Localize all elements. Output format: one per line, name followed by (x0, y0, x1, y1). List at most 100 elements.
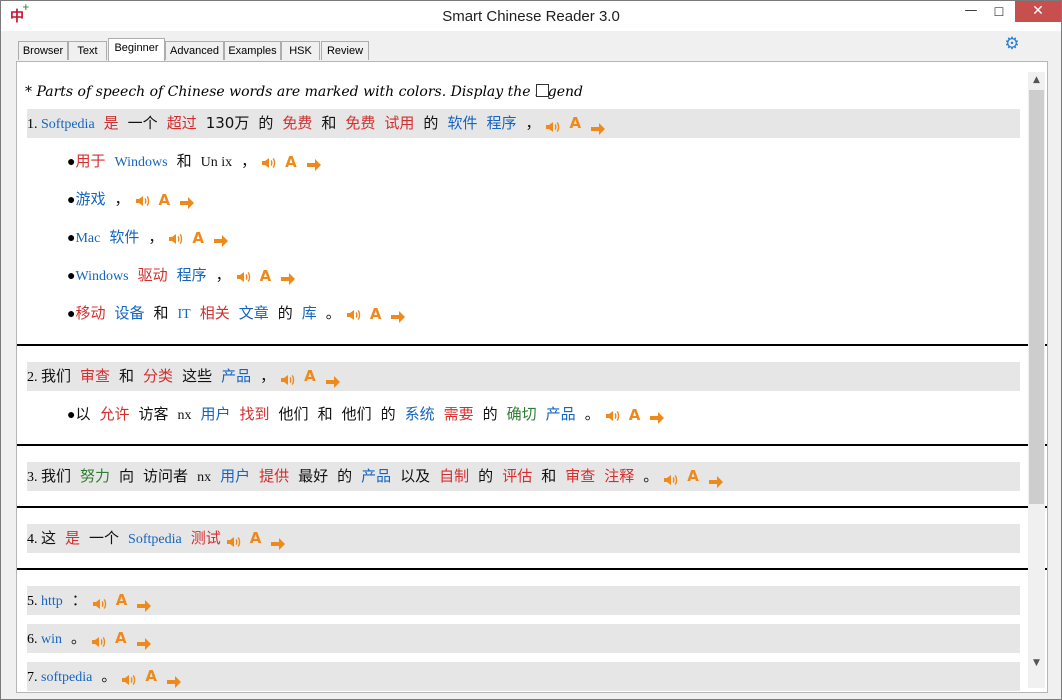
chinese-word[interactable]: 免费 (282, 114, 312, 132)
chinese-word[interactable]: 系统 (405, 405, 435, 423)
chinese-word[interactable]: 以 (75, 405, 90, 423)
speaker-icon[interactable] (91, 593, 107, 609)
tab-text[interactable]: Text (68, 41, 107, 60)
chinese-word[interactable]: 设备 (114, 304, 144, 322)
tab-beginner[interactable]: Beginner (108, 38, 165, 61)
arrow-right-icon[interactable] (213, 231, 229, 247)
chinese-word[interactable]: 。 (643, 467, 658, 485)
chinese-word[interactable]: Softpedia (128, 532, 182, 547)
scroll-thumb[interactable] (1029, 90, 1044, 504)
chinese-word[interactable]: 的 (478, 467, 493, 485)
chinese-word[interactable]: 向 (119, 467, 134, 485)
chinese-word[interactable]: 和 (318, 405, 333, 423)
chinese-word[interactable]: 移动 (75, 304, 105, 322)
chinese-word[interactable]: 产品 (546, 405, 576, 423)
arrow-right-icon[interactable] (390, 307, 406, 323)
tab-browser[interactable]: Browser (18, 41, 68, 60)
arrow-right-icon[interactable] (325, 370, 341, 388)
chinese-word[interactable]: 这 (41, 529, 56, 547)
font-icon[interactable]: A (159, 188, 171, 212)
chinese-word[interactable]: 和 (119, 367, 134, 385)
chinese-word[interactable]: nx (197, 470, 211, 485)
font-icon[interactable]: A (260, 264, 272, 288)
arrow-right-icon[interactable] (306, 155, 322, 171)
close-button[interactable]: ✕ (1015, 1, 1061, 22)
speaker-icon[interactable] (120, 669, 136, 685)
chinese-word[interactable]: 和 (177, 152, 192, 170)
chinese-word[interactable]: 和 (321, 114, 336, 132)
chinese-word[interactable]: 分类 (143, 367, 173, 385)
arrow-right-icon[interactable] (166, 670, 182, 688)
chinese-word[interactable]: 一个 (128, 114, 158, 132)
speaker-icon[interactable] (134, 192, 150, 208)
font-icon[interactable]: A (116, 586, 128, 615)
tab-review[interactable]: Review (321, 41, 369, 60)
font-icon[interactable]: A (687, 462, 699, 491)
arrow-right-icon[interactable] (136, 594, 152, 612)
chinese-word[interactable]: win (41, 632, 62, 647)
chinese-word[interactable]: 找到 (240, 405, 270, 423)
chinese-word[interactable]: softpedia (41, 670, 92, 685)
speaker-icon[interactable] (260, 154, 276, 170)
gear-icon[interactable]: ⚙ (1002, 35, 1022, 55)
chinese-word[interactable]: 库 (302, 304, 317, 322)
chinese-word[interactable]: 审查 (565, 467, 595, 485)
chinese-word[interactable]: 评估 (502, 467, 532, 485)
chinese-word[interactable]: ， (114, 190, 129, 208)
chinese-word[interactable]: ， (525, 114, 540, 132)
font-icon[interactable]: A (629, 403, 641, 427)
chinese-word[interactable]: Softpedia (41, 117, 95, 132)
chinese-word[interactable]: 需要 (444, 405, 474, 423)
speaker-icon[interactable] (167, 230, 183, 246)
chinese-word[interactable]: 一个 (89, 529, 119, 547)
arrow-right-icon[interactable] (590, 117, 606, 135)
chinese-word[interactable]: 注释 (604, 467, 634, 485)
speaker-icon[interactable] (604, 407, 620, 423)
chinese-word[interactable]: 他们 (342, 405, 372, 423)
chinese-word[interactable]: 。 (101, 667, 116, 685)
minimize-button[interactable]: — (957, 3, 985, 25)
chinese-word[interactable]: 是 (65, 529, 80, 547)
chinese-word[interactable]: 程序 (486, 114, 516, 132)
chinese-word[interactable]: 用户 (220, 467, 250, 485)
chinese-word[interactable]: Mac (75, 231, 100, 246)
arrow-right-icon[interactable] (708, 470, 724, 488)
font-icon[interactable]: A (569, 109, 581, 138)
maximize-button[interactable]: ☐ (985, 5, 1013, 27)
chinese-word[interactable]: 提供 (259, 467, 289, 485)
speaker-icon[interactable] (90, 631, 106, 647)
tab-examples[interactable]: Examples (224, 41, 281, 60)
speaker-icon[interactable] (662, 469, 678, 485)
chinese-word[interactable]: http (41, 594, 63, 609)
chinese-word[interactable]: 这些 (182, 367, 212, 385)
font-icon[interactable]: A (304, 362, 316, 391)
chinese-word[interactable]: 确切 (507, 405, 537, 423)
chinese-word[interactable]: 的 (258, 114, 273, 132)
chinese-word[interactable]: 用户 (201, 405, 231, 423)
chinese-word[interactable]: 用于 (75, 152, 105, 170)
chinese-word[interactable]: 是 (104, 114, 119, 132)
chinese-word[interactable]: Windows (75, 269, 128, 284)
chinese-word[interactable]: 的 (423, 114, 438, 132)
chinese-word[interactable]: 程序 (177, 266, 207, 284)
chinese-word[interactable]: 。 (71, 629, 86, 647)
scroll-down-arrow-icon[interactable]: ▼ (1028, 655, 1045, 672)
speaker-icon[interactable] (279, 369, 295, 385)
chinese-word[interactable]: 驱动 (138, 266, 168, 284)
chinese-word[interactable]: 访问者 (143, 467, 188, 485)
chinese-word[interactable]: IT (178, 307, 191, 322)
chinese-word[interactable]: nx (178, 408, 192, 423)
speaker-icon[interactable] (544, 116, 560, 132)
chinese-word[interactable]: 和 (154, 304, 169, 322)
chinese-word[interactable]: 免费 (345, 114, 375, 132)
chinese-word[interactable]: 。 (585, 405, 600, 423)
chinese-word[interactable]: 130万 (206, 114, 250, 132)
chinese-word[interactable]: 的 (278, 304, 293, 322)
speaker-icon[interactable] (235, 268, 251, 284)
chinese-word[interactable]: ： (72, 591, 87, 609)
arrow-right-icon[interactable] (179, 193, 195, 209)
speaker-icon[interactable] (225, 531, 241, 547)
font-icon[interactable]: A (285, 150, 297, 174)
chinese-word[interactable]: 的 (483, 405, 498, 423)
legend-checkbox[interactable] (536, 84, 549, 97)
